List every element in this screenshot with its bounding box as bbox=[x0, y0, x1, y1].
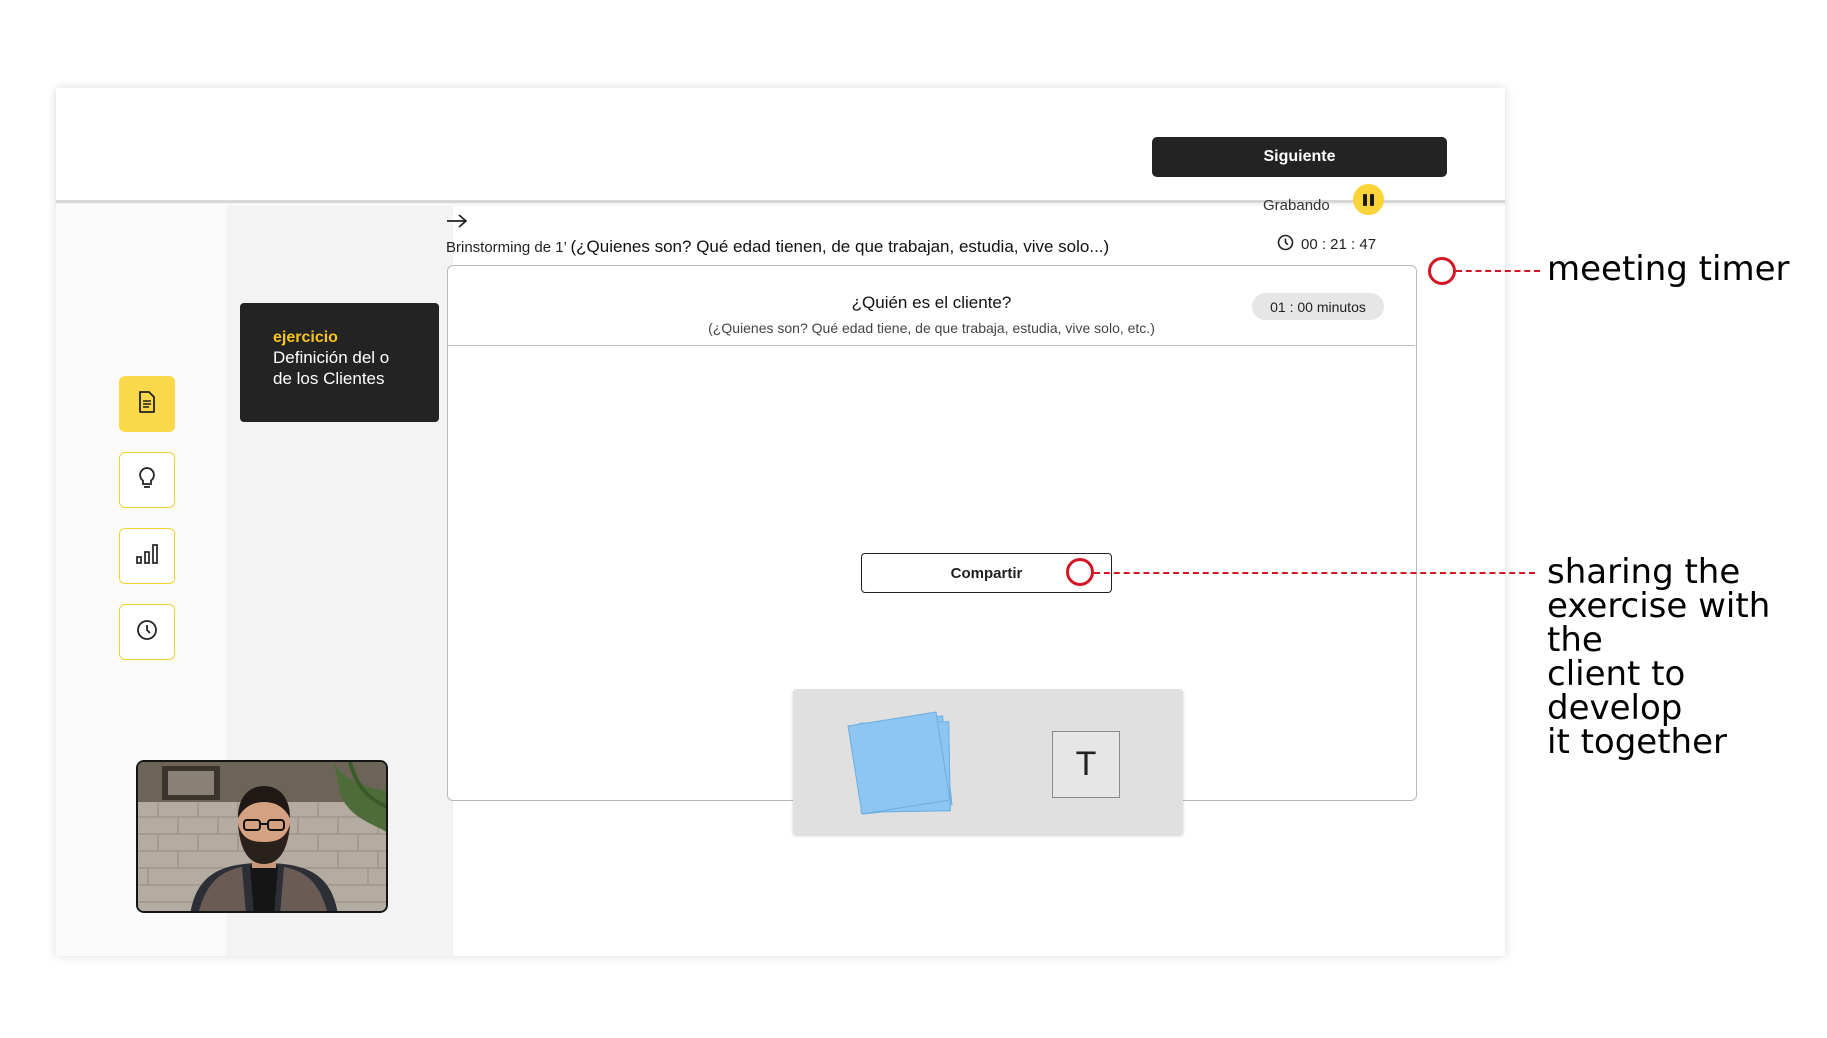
whiteboard-subtitle: (¿Quienes son? Qué edad tiene, de que tr… bbox=[708, 320, 1155, 336]
bar-chart-icon bbox=[135, 543, 159, 570]
sidebar-item-history[interactable] bbox=[119, 604, 175, 660]
whiteboard-header: ¿Quién es el cliente? (¿Quienes son? Qué… bbox=[448, 266, 1415, 346]
lightbulb-icon bbox=[136, 466, 158, 495]
timer-annotation-line bbox=[1456, 270, 1540, 272]
text-tool-button[interactable]: T bbox=[1052, 731, 1120, 798]
timer-annotation: meeting timer bbox=[1547, 249, 1790, 289]
brainstorm-question: (¿Quienes son? Qué edad tienen, de que t… bbox=[570, 237, 1110, 256]
sticky-note-icon bbox=[847, 711, 951, 815]
exercise-title-line2: de los Clientes bbox=[273, 369, 385, 388]
share-annotation-line1: sharing the bbox=[1547, 552, 1741, 592]
share-annotation-line3: client to develop bbox=[1547, 654, 1686, 728]
pause-recording-button[interactable] bbox=[1353, 184, 1384, 215]
sidebar-item-ideas[interactable] bbox=[119, 452, 175, 508]
brainstorm-heading: Brinstorming de 1’ (¿Quienes son? Qué ed… bbox=[446, 237, 1109, 257]
stopwatch-icon bbox=[1277, 234, 1294, 255]
next-button[interactable]: Siguiente bbox=[1152, 137, 1447, 177]
participant-video bbox=[136, 760, 388, 913]
share-annotation-line2: exercise with the bbox=[1547, 586, 1771, 660]
brainstorm-prefix: Brinstorming de 1’ bbox=[446, 239, 567, 256]
exercise-card[interactable]: ejercicio Definición del o de los Client… bbox=[240, 303, 439, 422]
share-highlight-ring bbox=[1066, 558, 1094, 586]
duration-badge: 01 : 00 minutos bbox=[1252, 293, 1384, 320]
timer-highlight-ring bbox=[1428, 257, 1456, 285]
participant-avatar-image bbox=[138, 762, 386, 911]
exercise-title-line1: Definición del o bbox=[273, 348, 390, 367]
document-icon bbox=[137, 390, 157, 418]
share-annotation-line bbox=[1094, 572, 1535, 574]
recording-label: Grabando bbox=[1263, 197, 1330, 214]
exercise-tag: ejercicio bbox=[273, 329, 338, 346]
sticky-note-tool[interactable] bbox=[847, 711, 958, 817]
presentation-canvas: Siguiente ejercicio Definición del o de … bbox=[0, 0, 1827, 1038]
sidebar-item-exercise[interactable] bbox=[119, 376, 175, 432]
pause-icon-bar-left bbox=[1363, 193, 1367, 206]
top-bar: Siguiente bbox=[56, 88, 1505, 203]
back-arrow-icon[interactable] bbox=[446, 213, 468, 234]
meeting-timer: 00 : 21 : 47 bbox=[1277, 234, 1376, 255]
sidebar-item-stats[interactable] bbox=[119, 528, 175, 584]
clock-icon bbox=[136, 619, 158, 646]
timer-value: 00 : 21 : 47 bbox=[1301, 236, 1377, 253]
share-annotation-line4: it together bbox=[1547, 722, 1727, 762]
pause-icon-bar-right bbox=[1370, 193, 1374, 206]
share-annotation: sharing the exercise with the client to … bbox=[1547, 555, 1827, 759]
